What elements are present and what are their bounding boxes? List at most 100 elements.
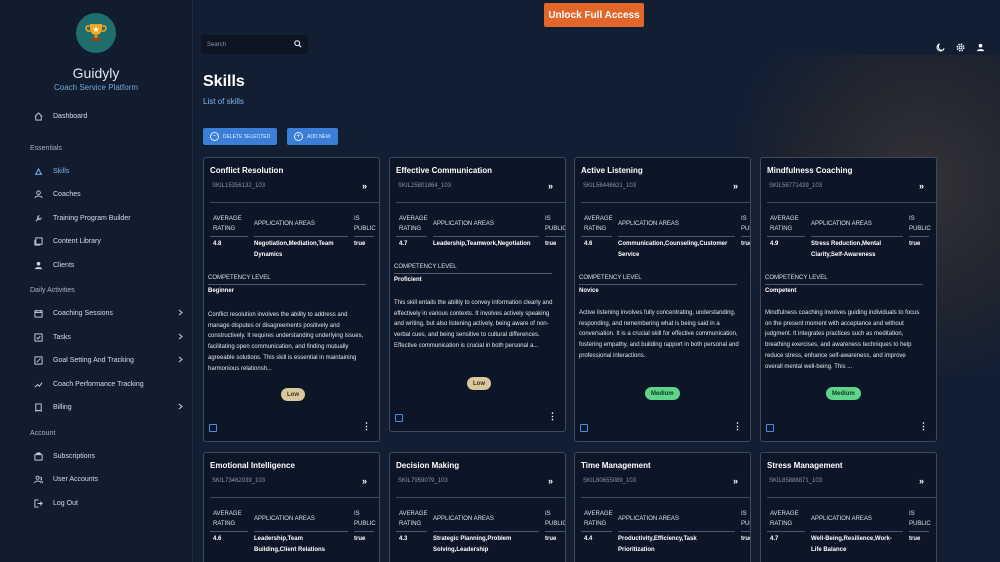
more-options-icon[interactable]: ⋮ [733,421,742,432]
more-options-icon[interactable]: ⋮ [548,411,557,422]
skill-title: Emotional Intelligence [210,461,295,470]
chevron-right-icon[interactable] [178,403,183,412]
sidebar-item-coach-performance[interactable]: Coach Performance Tracking [0,373,193,397]
application-areas-label: APPLICATION AREAS [811,221,872,227]
application-areas-label: APPLICATION AREAS [254,221,315,227]
competency-level-label: COMPETENCY LEVEL [765,275,828,281]
skill-code: SKIL85888871_103 [769,478,823,484]
area-line: Clarity,Self-Awareness [811,252,876,258]
trophy-logo-icon [76,13,116,53]
area-line: Strategic Planning,Problem [433,536,512,542]
label-line: IS [545,511,551,517]
label-line: AVERAGE [584,216,613,222]
sidebar-item-subscriptions[interactable]: Subscriptions [0,445,193,469]
average-rating-value: 4.9 [770,241,779,247]
label-line: PUBLIC [545,521,566,527]
open-details-icon[interactable]: » [733,181,738,191]
sidebar-item-tasks[interactable]: Tasks [0,326,193,350]
skill-card[interactable]: Decision Making SKIL7959079_103 » AVERAGE RA… [389,452,566,562]
chevron-right-icon[interactable] [178,309,183,318]
settings-gear-icon[interactable] [956,39,965,57]
skill-title: Time Management [581,461,651,470]
unlock-full-access-button[interactable]: Unlock Full Access [544,3,644,27]
search-icon[interactable] [294,39,302,50]
add-new-button[interactable]: + ADD NEW [287,128,338,145]
more-options-icon[interactable]: ⋮ [362,421,371,432]
skill-card[interactable]: Active Listening SKIL56446621_103 » AVERAGE… [574,157,751,442]
skill-card[interactable]: Effective Communication SKIL25801864_103 »… [389,157,566,432]
application-areas-value: Productivity,Efficiency,Task Prioritizati… [618,534,737,556]
divider [741,531,750,532]
select-checkbox[interactable] [766,424,774,432]
select-checkbox[interactable] [580,424,588,432]
brand-name: Guidyly [72,65,120,81]
select-checkbox[interactable] [209,424,217,432]
average-rating-label: AVERAGE RATING [399,509,428,529]
sidebar-item-coaching-sessions[interactable]: Coaching Sessions [0,302,193,326]
divider [396,531,427,532]
delete-selected-button[interactable]: − DELETE SELECTED [203,128,278,145]
skill-card[interactable]: Emotional Intelligence SKIL73462039_103 » A… [203,452,380,562]
open-details-icon[interactable]: » [919,181,924,191]
open-details-icon[interactable]: » [919,476,924,486]
divider [210,497,379,498]
sidebar-item-label: Coaches [53,191,81,199]
search-input[interactable]: Search [201,35,308,54]
divider [394,273,552,274]
profile-icon[interactable] [976,39,985,57]
sidebar-item-coaches[interactable]: Coaches [0,183,193,207]
skill-description: Active listening involves fully concentr… [579,310,739,359]
select-checkbox[interactable] [395,414,403,422]
competency-level-value: Beginner [208,288,235,294]
divider [767,531,805,532]
label-line: IS [354,216,360,222]
sidebar-item-billing[interactable]: Billing [0,396,193,420]
divider [433,236,539,237]
skill-card[interactable]: Stress Management SKIL85888871_103 » AVERAG… [760,452,937,562]
page-subtitle[interactable]: List of skills [203,97,244,106]
open-details-icon[interactable]: » [733,476,738,486]
brand-subtitle: Coach Service Platform [53,83,139,92]
minus-circle-icon: − [210,132,219,141]
priority-badge: Low [467,377,491,390]
label-line: IS [909,216,915,222]
sidebar-item-skills[interactable]: Skills [0,160,193,184]
more-options-icon[interactable]: ⋮ [919,421,928,432]
sidebar-item-log-out[interactable]: Log Out [0,492,193,516]
divider [618,236,735,237]
skill-card[interactable]: Mindfulness Coaching SKIL56771439_103 » AVE… [760,157,937,442]
calendar-icon [33,309,43,319]
average-rating-value: 4.4 [584,536,593,542]
is-public-label: IS PUBLIC [909,214,931,234]
divider [396,236,427,237]
open-details-icon[interactable]: » [548,181,553,191]
open-details-icon[interactable]: » [362,181,367,191]
label-line: RATING [770,521,793,527]
sidebar-item-clients[interactable]: Clients [0,254,193,278]
skill-title: Conflict Resolution [210,166,284,175]
sidebar-item-goal-setting[interactable]: Goal Setting And Tracking [0,349,193,373]
label-line: PUBLIC [909,521,931,527]
chevron-right-icon[interactable] [178,356,183,365]
is-public-value: true [354,241,366,247]
priority-badge: Medium [645,387,680,400]
chevron-right-icon[interactable] [178,333,183,342]
divider [581,202,750,203]
sidebar-item-training-program-builder[interactable]: Training Program Builder [0,207,193,231]
sidebar-item-content-library[interactable]: Content Library [0,230,193,254]
skill-card[interactable]: Time Management SKIL80655089_103 » AVERAGE R… [574,452,751,562]
dark-mode-icon[interactable] [936,39,945,57]
sidebar-item-dashboard[interactable]: Dashboard [0,105,193,129]
skill-card[interactable]: Conflict Resolution SKIL15356132_103 » AVER… [203,157,380,442]
area-line: Service [618,252,640,258]
priority-badge: Low [281,388,305,401]
label-line: IS [909,511,915,517]
divider [208,284,366,285]
sidebar-item-user-accounts[interactable]: User Accounts [0,468,193,492]
section-daily-activities: Daily Activities [30,287,75,294]
divider [396,202,565,203]
is-public-value: true [354,536,366,542]
open-details-icon[interactable]: » [548,476,553,486]
area-line: Communication,Counseling,Customer [618,241,728,247]
open-details-icon[interactable]: » [362,476,367,486]
